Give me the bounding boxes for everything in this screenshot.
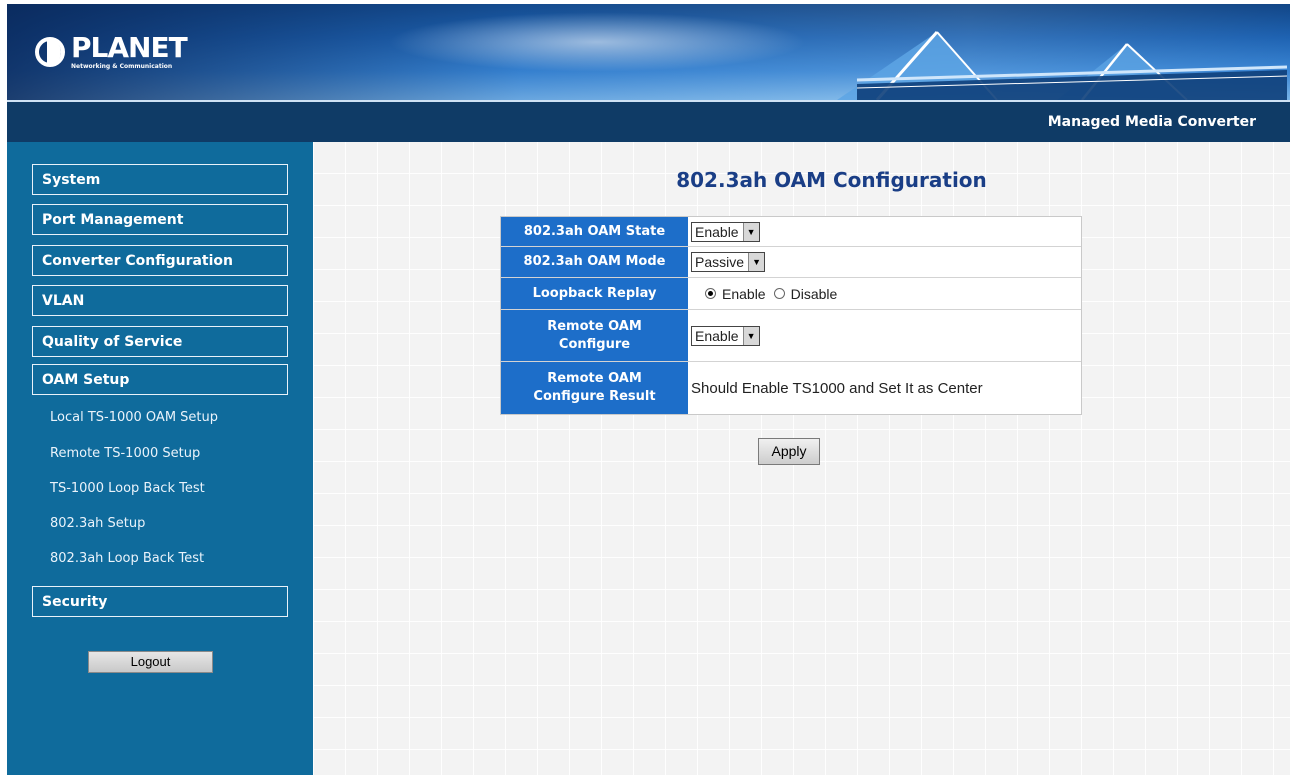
remote-oam-configure-label: Remote OAM Configure bbox=[501, 310, 688, 361]
submenu-ts1000-loop-back-test[interactable]: TS-1000 Loop Back Test bbox=[50, 481, 205, 496]
loopback-replay-radio-group: Enable Disable bbox=[691, 286, 839, 302]
sidebar-item-quality-of-service[interactable]: Quality of Service bbox=[32, 326, 288, 357]
oam-mode-label: 802.3ah OAM Mode bbox=[501, 247, 688, 277]
sidebar-item-oam-setup[interactable]: OAM Setup bbox=[32, 364, 288, 395]
oam-state-label: 802.3ah OAM State bbox=[501, 217, 688, 246]
apply-button[interactable]: Apply bbox=[758, 438, 820, 465]
product-title: Managed Media Converter bbox=[1047, 114, 1256, 130]
header-strip: Managed Media Converter bbox=[7, 100, 1290, 142]
sidebar-item-converter-configuration[interactable]: Converter Configuration bbox=[32, 245, 288, 276]
oam-config-table: 802.3ah OAM State Enable ▼ 802.3ah OAM M… bbox=[500, 216, 1082, 415]
loopback-disable-radio[interactable] bbox=[773, 288, 785, 299]
table-row: Loopback Replay Enable Disable bbox=[501, 278, 1081, 310]
table-row: Remote OAM Configure Result Should Enabl… bbox=[501, 362, 1081, 414]
remote-oam-result-label: Remote OAM Configure Result bbox=[501, 362, 688, 414]
logo-text: PLANET bbox=[71, 31, 188, 64]
sidebar-item-system[interactable]: System bbox=[32, 164, 288, 195]
submenu-local-ts1000-oam-setup[interactable]: Local TS-1000 OAM Setup bbox=[50, 410, 218, 425]
sidebar-item-port-management[interactable]: Port Management bbox=[32, 204, 288, 235]
logo-mark-icon bbox=[35, 37, 65, 67]
chevron-down-icon: ▼ bbox=[742, 326, 759, 345]
chevron-down-icon: ▼ bbox=[748, 253, 765, 271]
page-title: 802.3ah OAM Configuration bbox=[676, 168, 987, 192]
logout-button[interactable]: Logout bbox=[88, 651, 213, 673]
submenu-8023ah-loop-back-test[interactable]: 802.3ah Loop Back Test bbox=[50, 551, 204, 566]
sidebar-item-vlan[interactable]: VLAN bbox=[32, 285, 288, 316]
sidebar: System Port Management Converter Configu… bbox=[7, 142, 313, 775]
remote-oam-configure-select[interactable]: Enable ▼ bbox=[691, 325, 760, 346]
loopback-enable-label: Enable bbox=[722, 285, 766, 302]
planet-logo: PLANET Networking & Communication bbox=[35, 31, 188, 72]
table-row: 802.3ah OAM State Enable ▼ bbox=[501, 217, 1081, 247]
oam-mode-select[interactable]: Passive ▼ bbox=[691, 252, 766, 272]
table-row: 802.3ah OAM Mode Passive ▼ bbox=[501, 247, 1081, 278]
chevron-down-icon: ▼ bbox=[742, 222, 759, 241]
app-window: PLANET Networking & Communication Manage… bbox=[0, 0, 1290, 775]
table-row: Remote OAM Configure Enable ▼ bbox=[501, 310, 1081, 362]
logo-subtext: Networking & Communication bbox=[71, 63, 173, 70]
loopback-disable-label: Disable bbox=[790, 285, 838, 302]
loopback-replay-label: Loopback Replay bbox=[501, 278, 688, 309]
loopback-enable-radio[interactable] bbox=[705, 288, 716, 299]
sidebar-item-security[interactable]: Security bbox=[32, 586, 288, 617]
main-content: 802.3ah OAM Configuration 802.3ah OAM St… bbox=[313, 142, 1290, 775]
banner: PLANET Networking & Communication bbox=[7, 4, 1290, 100]
oam-state-select[interactable]: Enable ▼ bbox=[691, 221, 760, 242]
remote-oam-result-value: Should Enable TS1000 and Set It as Cente… bbox=[691, 379, 983, 397]
bridge-illustration bbox=[837, 31, 1288, 100]
submenu-8023ah-setup[interactable]: 802.3ah Setup bbox=[50, 516, 145, 531]
submenu-remote-ts1000-setup[interactable]: Remote TS-1000 Setup bbox=[50, 446, 200, 461]
